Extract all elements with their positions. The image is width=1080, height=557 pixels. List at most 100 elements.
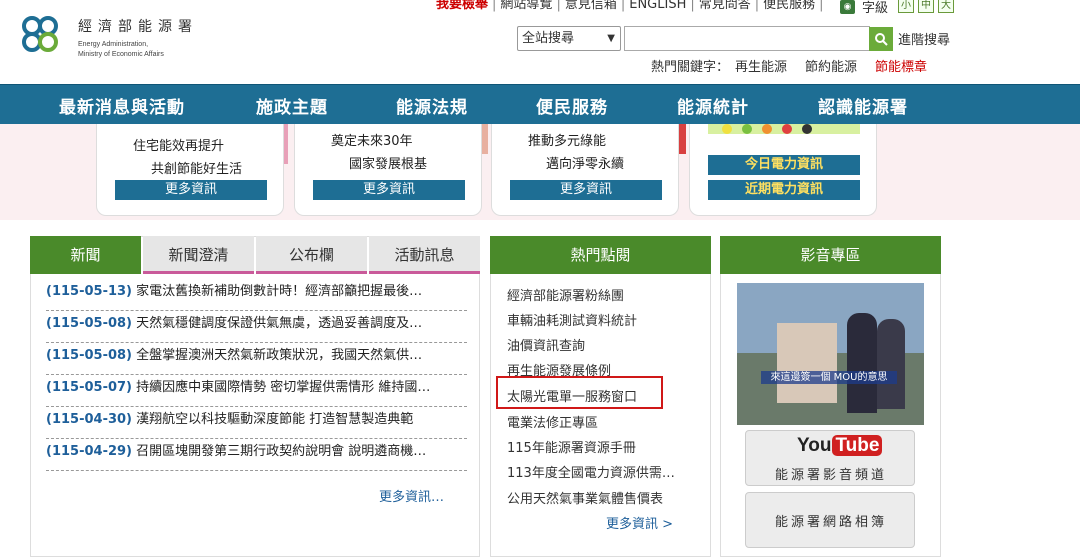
card-line2: 邁向淨零永續 — [546, 157, 625, 172]
hot-click-item[interactable]: 115年能源署資源手冊 — [507, 437, 636, 456]
rss-icon[interactable]: ◉ — [840, 0, 855, 14]
highlight-box — [496, 376, 663, 409]
search-scope-value: 全站搜尋 — [522, 31, 575, 46]
today-power-button[interactable]: 今日電力資訊 — [708, 155, 860, 175]
hot-keyword-renewable[interactable]: 再生能源 — [735, 60, 787, 75]
site-subtitle: Energy Administration, Ministry of Econo… — [78, 40, 164, 60]
site-subtitle-line1: Energy Administration, — [78, 41, 149, 48]
top-links: 我要檢舉 | 網站導覽 | 意見信箱 | ENGLISH | 常見問答 | 便民服務 | — [436, 0, 828, 13]
report-link[interactable]: 要檢舉 — [449, 0, 488, 12]
card-line1: 奠定未來30年 — [331, 134, 413, 149]
recent-power-button[interactable]: 近期電力資訊 — [708, 180, 860, 200]
video-person — [847, 313, 877, 413]
card-more-button[interactable]: 更多資訊 — [510, 180, 662, 200]
advanced-search-link[interactable]: 進階搜尋 — [898, 29, 950, 48]
hot-click-item[interactable]: 電業法修正專區 — [507, 412, 598, 431]
status-dot — [762, 124, 772, 134]
photo-album-label: 能源署網路相簿 — [774, 515, 887, 530]
nav-about[interactable]: 認識能源署 — [818, 93, 908, 118]
news-item[interactable]: (115-05-08) 天然氣穩健調度保證供氣無虞，透過妥善調度及… — [46, 311, 467, 343]
feature-card-green[interactable]: 推動多元綠能 邁向淨零永續 更多資訊 — [491, 124, 679, 216]
news-item[interactable]: (115-05-08) 全盤掌握澳洲天然氣新政策狀況，我國天然氣供… — [46, 343, 467, 375]
news-date: (115-05-07) — [46, 380, 132, 395]
status-dot — [722, 124, 732, 134]
status-dot — [782, 124, 792, 134]
news-item[interactable]: (115-04-29) 召開區塊開發第三期行政契約說明會 說明遴商機… — [46, 439, 467, 471]
site-title[interactable]: 經濟部能源署 — [78, 16, 198, 36]
card-line1: 住宅能效再提升 — [133, 139, 225, 154]
tab-clarification[interactable]: 新聞澄清 — [143, 236, 254, 274]
hot-click-item[interactable]: 油價資訊查詢 — [507, 335, 585, 354]
news-title: 天然氣穩健調度保證供氣無虞，透過妥善調度及… — [136, 316, 423, 331]
video-person — [877, 319, 905, 409]
sitemap-link[interactable]: 網站導覽 — [500, 0, 552, 12]
power-info-card: 今日電力資訊 近期電力資訊 — [689, 124, 877, 216]
hot-click-item[interactable]: 113年度全國電力資源供需… — [507, 462, 675, 481]
hot-keywords: 熱門關鍵字： 再生能源 節約能源 節能標章 — [651, 56, 945, 75]
news-date: (115-04-30) — [46, 412, 132, 427]
font-size-label: 字級 — [862, 1, 889, 16]
youtube-logo-icon: You Tube — [797, 435, 883, 457]
hot-keywords-label: 熱門關鍵字： — [651, 60, 730, 75]
nav-news-events[interactable]: 最新消息與活動 — [59, 93, 185, 118]
news-title: 召開區塊開發第三期行政契約說明會 說明遴商機… — [136, 444, 427, 459]
media-title: 影音專區 — [720, 236, 941, 274]
news-date: (115-05-08) — [46, 348, 132, 363]
news-title: 持續因應中東國際情勢 密切掌握供需情形 維持國… — [136, 380, 431, 395]
youtube-logo-you: You — [797, 435, 832, 456]
hot-keyword-label[interactable]: 節能標章 — [875, 60, 927, 75]
video-thumbnail[interactable]: 來這邊簽一個 MOU的意思 — [737, 283, 924, 425]
hot-click-item[interactable]: 經濟部能源署粉絲團 — [507, 285, 624, 304]
nav-statistics[interactable]: 能源統計 — [677, 93, 749, 118]
news-title: 全盤掌握澳洲天然氣新政策狀況，我國天然氣供… — [136, 348, 423, 363]
tab-events[interactable]: 活動訊息 — [369, 236, 480, 274]
video-board — [777, 323, 837, 403]
hot-keyword-saving[interactable]: 節約能源 — [805, 60, 857, 75]
search-input[interactable] — [624, 26, 870, 51]
news-more-link[interactable]: 更多資訊… — [379, 486, 444, 505]
chevron-down-icon: ▼ — [607, 33, 615, 44]
tab-news[interactable]: 新聞 — [30, 236, 141, 274]
status-dot — [742, 124, 752, 134]
feature-card-residential[interactable]: 住宅能效再提升 共創節能好生活 更多資訊 — [96, 124, 284, 216]
youtube-channel-button[interactable]: You Tube 能源署影音頻道 — [745, 430, 915, 486]
youtube-logo-tube: Tube — [832, 435, 883, 456]
service-link[interactable]: 便民服務 — [763, 0, 815, 12]
logo-icon[interactable] — [20, 16, 60, 52]
youtube-label: 能源署影音頻道 — [774, 468, 887, 483]
hot-click-item[interactable]: 車輛油耗測試資料統計 — [507, 310, 637, 329]
card-line2: 共創節能好生活 — [151, 162, 243, 177]
font-small-button[interactable]: 小 — [898, 0, 914, 13]
status-dot — [802, 124, 812, 134]
faq-link[interactable]: 常見問答 — [699, 0, 751, 12]
feedback-link[interactable]: 意見信箱 — [565, 0, 617, 12]
news-date: (115-05-08) — [46, 316, 132, 331]
card-line1: 推動多元綠能 — [528, 134, 607, 149]
card-more-button[interactable]: 更多資訊 — [115, 180, 267, 200]
feature-card-30years[interactable]: 奠定未來30年 國家發展根基 更多資訊 — [294, 124, 482, 216]
search-icon — [875, 33, 888, 46]
tab-bulletin[interactable]: 公布欄 — [256, 236, 367, 274]
nav-services[interactable]: 便民服務 — [536, 93, 608, 118]
news-date: (115-05-13) — [46, 284, 132, 299]
photo-album-button[interactable]: 能源署網路相簿 — [745, 492, 915, 548]
hot-clicks-title: 熱門點閱 — [490, 236, 711, 274]
font-large-button[interactable]: 大 — [938, 0, 954, 13]
nav-policy[interactable]: 施政主題 — [256, 93, 328, 118]
nav-regulations[interactable]: 能源法規 — [396, 93, 468, 118]
news-item[interactable]: (115-05-13) 家電汰舊換新補助倒數計時！經濟部籲把握最後… — [46, 279, 467, 311]
power-status-bar — [708, 124, 860, 134]
site-header: 經濟部能源署 Energy Administration, Ministry o… — [0, 0, 1080, 84]
search-button[interactable] — [869, 27, 893, 51]
font-medium-button[interactable]: 中 — [918, 0, 934, 13]
report-link-prefix[interactable]: 我 — [436, 0, 449, 12]
hot-click-item[interactable]: 公用天然氣事業氣體售價表 — [507, 488, 663, 507]
news-item[interactable]: (115-05-07) 持續因應中東國際情勢 密切掌握供需情形 維持國… — [46, 375, 467, 407]
hot-clicks-more-link[interactable]: 更多資訊 > — [606, 513, 673, 532]
english-link[interactable]: ENGLISH — [629, 0, 686, 12]
news-item[interactable]: (115-04-30) 漢翔航空以科技驅動深度節能 打造智慧製造典範 — [46, 407, 467, 439]
news-date: (115-04-29) — [46, 444, 132, 459]
site-subtitle-line2: Ministry of Economic Affairs — [78, 51, 164, 58]
search-scope-select[interactable]: 全站搜尋 ▼ — [517, 26, 621, 51]
card-more-button[interactable]: 更多資訊 — [313, 180, 465, 200]
